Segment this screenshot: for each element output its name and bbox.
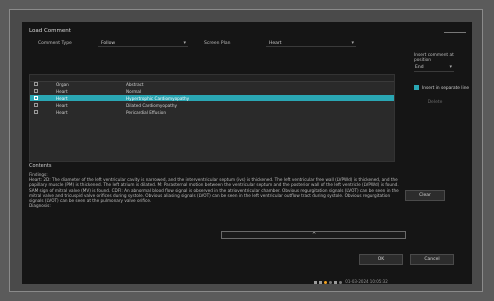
table-row[interactable]: Heart Pericardial Effusion <box>30 109 394 115</box>
contents-text[interactable]: Findings: Heart: 2D: The diameter of the… <box>29 172 399 208</box>
cancel-button[interactable]: Cancel <box>410 254 454 265</box>
status-bar: 01-03-2024 10:05:32 <box>314 279 388 285</box>
insert-position-label: Insert comment at position <box>414 53 454 63</box>
row-checkbox[interactable] <box>34 81 38 86</box>
separate-line-label: Insert in separate line <box>422 85 470 91</box>
row-type: Heart <box>56 96 68 101</box>
row-type: Heart <box>56 103 68 108</box>
row-checkbox[interactable] <box>34 109 38 114</box>
comment-type-label: Comment Type <box>38 41 72 46</box>
diagnosis-heading: Diagnosis: <box>29 203 51 209</box>
dialog-title: Load Comment <box>29 28 71 34</box>
scroll-up-icon: ^ <box>312 232 317 238</box>
load-comment-dialog: Load Comment Comment Type Follow ▾ Scree… <box>22 22 472 284</box>
row-type: Organ <box>56 82 69 87</box>
comment-type-select[interactable]: Follow ▾ <box>98 39 188 47</box>
row-type: Heart <box>56 89 68 94</box>
row-checkbox[interactable] <box>34 88 38 93</box>
row-name: Normal <box>126 89 142 94</box>
insert-position-value: End <box>415 65 424 70</box>
filter-row: Comment Type Follow ▾ Screen Plan Heart … <box>22 38 472 47</box>
table-row[interactable]: Heart Dilated Cardiomyopathy <box>30 102 394 108</box>
brand-logo <box>444 27 466 33</box>
status-icon <box>319 280 322 284</box>
status-icon <box>339 280 342 284</box>
comment-type-value: Follow <box>101 41 116 46</box>
row-name: Abstract <box>126 82 144 87</box>
table-row[interactable]: Heart Normal <box>30 88 394 94</box>
table-row[interactable]: Organ Abstract <box>30 81 394 87</box>
comment-table: Organ Abstract Heart Normal Heart Hypert… <box>29 74 395 162</box>
status-indicator-icon <box>324 280 327 284</box>
clear-button[interactable]: Clear <box>405 190 445 201</box>
row-name: Dilated Cardiomyopathy <box>126 103 177 108</box>
chevron-down-icon: ▾ <box>183 40 186 46</box>
status-icon <box>334 280 337 284</box>
table-row-selected[interactable]: Heart Hypertrophic Cardiomyopathy <box>30 95 394 101</box>
status-icon <box>314 280 317 284</box>
chevron-down-icon: ▾ <box>449 64 452 70</box>
row-checkbox[interactable] <box>34 102 38 107</box>
findings-text: Heart: 2D: The diameter of the left vent… <box>29 177 399 204</box>
delete-button[interactable]: Delete <box>422 98 448 107</box>
row-checkbox[interactable] <box>34 95 38 100</box>
insert-position-select[interactable]: End ▾ <box>414 64 454 72</box>
screen-plan-select[interactable]: Heart ▾ <box>266 39 356 47</box>
contents-label: Contents <box>29 163 52 169</box>
screen-plan-label: Screen Plan <box>204 41 231 46</box>
chevron-down-icon: ▾ <box>351 40 354 46</box>
row-name: Hypertrophic Cardiomyopathy <box>126 96 190 101</box>
ok-button[interactable]: OK <box>359 254 403 265</box>
separate-line-checkbox[interactable] <box>414 85 419 90</box>
status-icon <box>329 280 332 284</box>
screen-plan-value: Heart <box>269 41 282 46</box>
text-scrollbar[interactable]: ^ <box>221 231 406 239</box>
footer-timestamp: 01-03-2024 10:05:32 <box>345 279 388 284</box>
row-name: Pericardial Effusion <box>126 110 166 115</box>
row-type: Heart <box>56 110 68 115</box>
